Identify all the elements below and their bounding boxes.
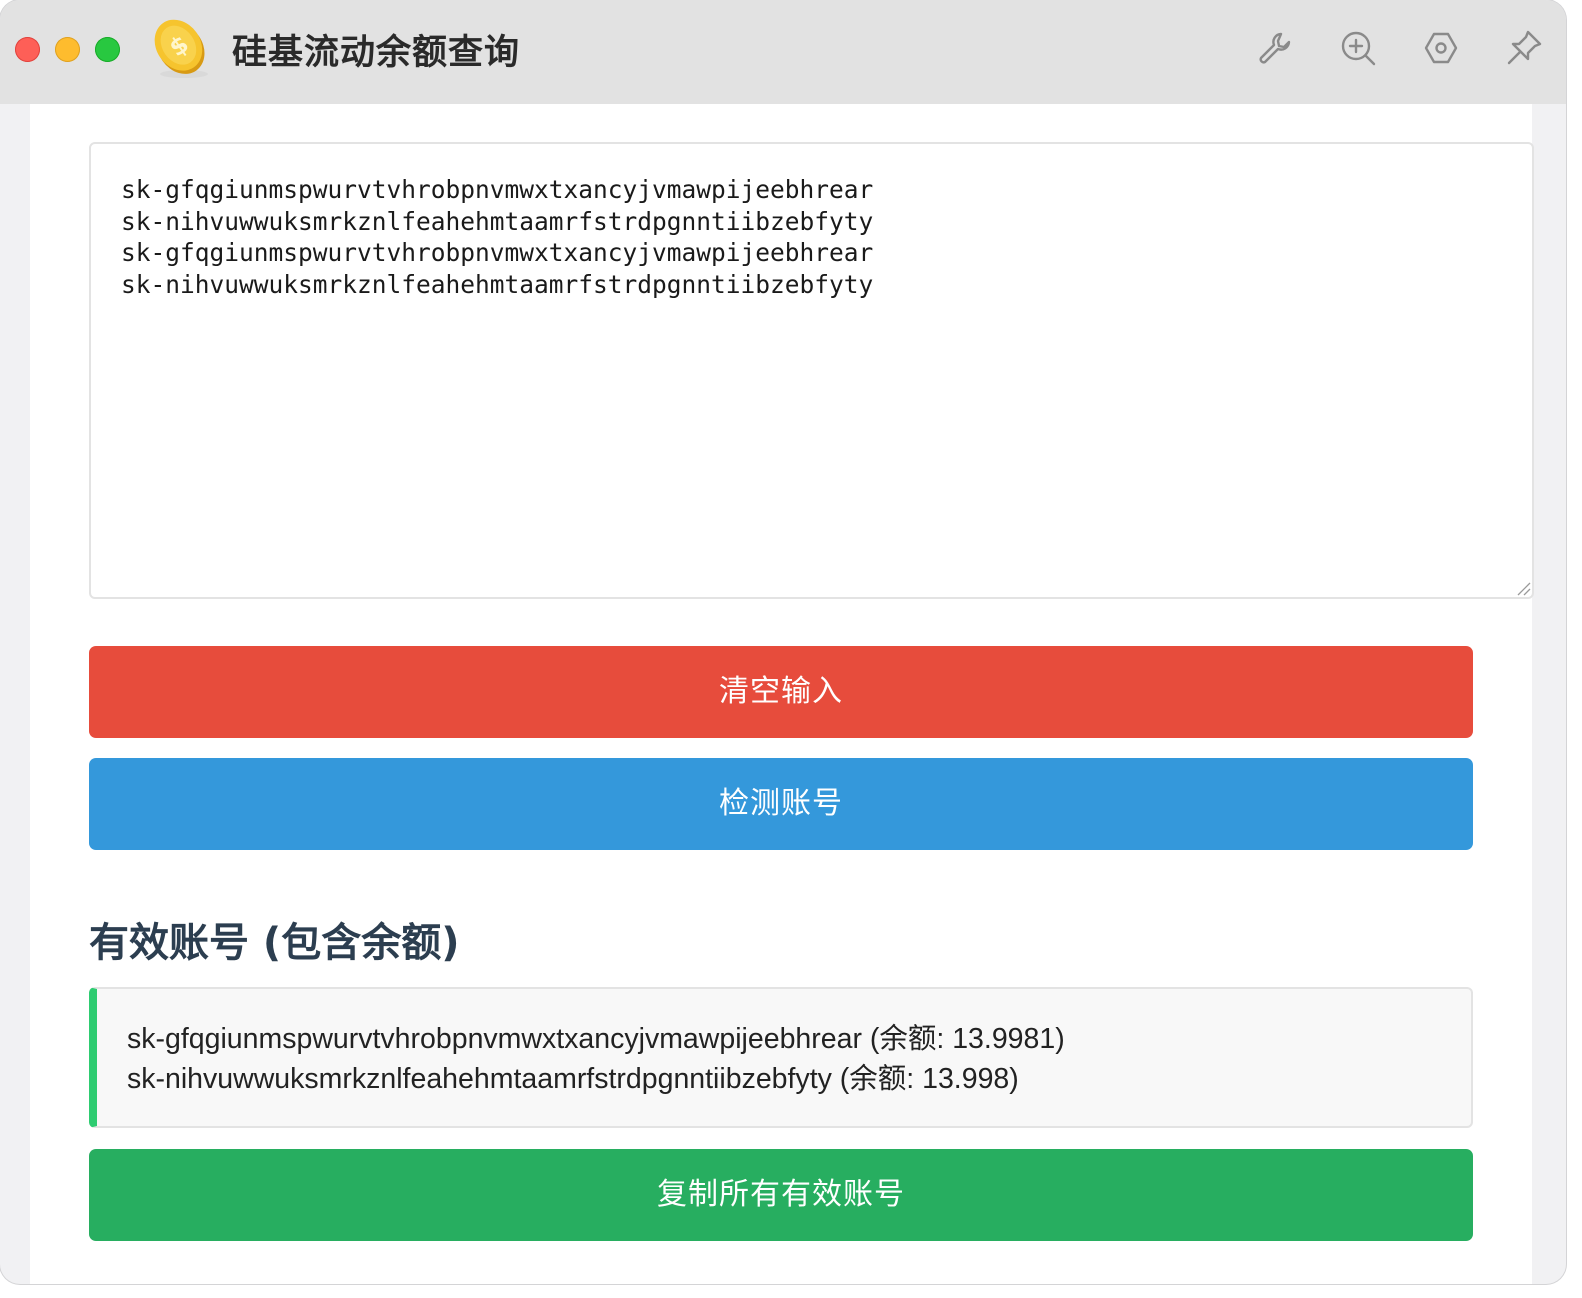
valid-accounts-heading: 有效账号 (包含余额) [89, 920, 460, 966]
title-bar: $ 硅基流动余额查询 [0, 0, 1566, 104]
zoom-in-icon[interactable] [1338, 28, 1378, 68]
wrench-icon[interactable] [1255, 28, 1295, 68]
resize-handle-icon[interactable] [1515, 580, 1531, 596]
minimize-window-button[interactable] [55, 37, 80, 62]
valid-account-row: sk-gfqgiunmspwurvtvhrobpnvmwxtxancyjvmaw… [127, 1023, 1065, 1055]
coin-icon: $ [146, 14, 212, 80]
app-title: 硅基流动余额查询 [232, 33, 521, 73]
pin-icon[interactable] [1504, 28, 1544, 68]
clear-input-button[interactable]: 清空输入 [89, 646, 1473, 738]
valid-accounts-list: sk-gfqgiunmspwurvtvhrobpnvmwxtxancyjvmaw… [89, 987, 1473, 1128]
settings-icon[interactable] [1421, 28, 1461, 68]
close-window-button[interactable] [15, 37, 40, 62]
copy-valid-accounts-button[interactable]: 复制所有有效账号 [89, 1149, 1473, 1241]
maximize-window-button[interactable] [95, 37, 120, 62]
check-accounts-button[interactable]: 检测账号 [89, 758, 1473, 850]
app-window: $ 硅基流动余额查询 sk-gfqgiunmspwurvtvhrobpnvmwx… [0, 0, 1566, 1284]
api-keys-textarea[interactable]: sk-gfqgiunmspwurvtvhrobpnvmwxtxancyjvmaw… [89, 142, 1534, 599]
valid-account-row: sk-nihvuwwuksmrkznlfeahehmtaamrfstrdpgnn… [127, 1063, 1019, 1095]
